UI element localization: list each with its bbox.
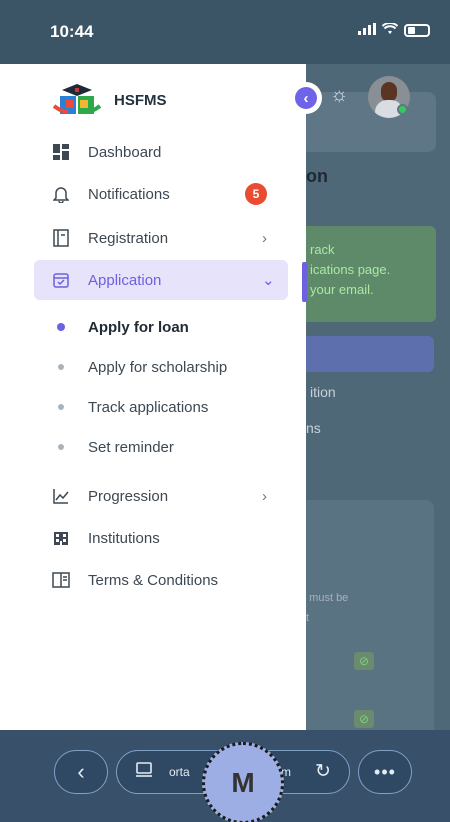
- sidebar-item-progression[interactable]: Progression ›: [0, 476, 306, 516]
- subitem-label: Apply for loan: [88, 318, 189, 336]
- wifi-icon: [381, 22, 399, 38]
- tabs-icon: [135, 762, 153, 783]
- bg-alert-line: rack: [310, 242, 335, 257]
- sidebar-item-notifications[interactable]: Notifications 5: [0, 174, 306, 214]
- chevron-right-icon: ›: [262, 487, 267, 505]
- signal-bars-icon: [358, 22, 376, 38]
- line-chart-icon: [52, 487, 70, 505]
- url-text: orta: [169, 765, 190, 779]
- status-bar: 10:44: [0, 0, 450, 64]
- subitem-label: Apply for scholarship: [88, 358, 228, 376]
- sidebar-item-label: Registration: [88, 229, 169, 247]
- book-icon: [52, 571, 70, 589]
- battery-icon: [404, 23, 430, 37]
- sun-icon[interactable]: ☼: [330, 84, 348, 107]
- sidebar-item-terms[interactable]: Terms & Conditions: [0, 560, 306, 600]
- calendar-check-icon: [52, 271, 70, 289]
- bullet-icon: [57, 323, 65, 331]
- sidebar-item-label: Terms & Conditions: [88, 571, 219, 589]
- bg-card: [300, 500, 434, 730]
- chevron-left-icon: ‹: [295, 87, 317, 109]
- scroll-indicator: [302, 262, 307, 302]
- subitem-label: Track applications: [88, 398, 209, 416]
- brand-name: HSFMS: [114, 91, 167, 109]
- bg-button: [300, 336, 434, 372]
- sidebar-item-label: Dashboard: [88, 143, 162, 161]
- sidebar-item-label: Institutions: [88, 529, 160, 547]
- navigation-drawer: HSFMS Dashboard Notifications 5 Registra…: [0, 64, 306, 730]
- chevron-right-icon: ›: [262, 229, 267, 247]
- bg-alert: rack ications page. your email.: [296, 226, 436, 322]
- sidebar-item-registration[interactable]: Registration ›: [0, 218, 306, 258]
- building-icon: [52, 529, 70, 547]
- status-icons: [358, 22, 430, 38]
- subitem-apply-for-loan[interactable]: Apply for loan: [0, 310, 306, 344]
- sidebar-item-label: Application: [88, 271, 162, 289]
- status-time: 10:44: [50, 22, 94, 41]
- sidebar-item-label: Notifications: [88, 185, 170, 203]
- reload-icon[interactable]: ↻: [315, 760, 331, 783]
- bg-text: t: [306, 612, 310, 624]
- bg-title: on: [306, 166, 328, 186]
- bg-alert-line: ications page.: [310, 262, 391, 277]
- more-button[interactable]: •••: [358, 750, 412, 794]
- check-icon: ⊘: [354, 710, 374, 728]
- subitem-set-reminder[interactable]: Set reminder: [0, 430, 306, 464]
- online-status-dot: [397, 104, 408, 115]
- subitem-track-applications[interactable]: Track applications: [0, 390, 306, 424]
- collapse-drawer-button[interactable]: ‹: [290, 82, 322, 114]
- bg-alert-line: your email.: [310, 282, 374, 297]
- overlay-badge[interactable]: M: [202, 742, 284, 822]
- brand-logo-icon: [52, 84, 102, 114]
- check-icon: ⊘: [354, 652, 374, 670]
- sidebar-item-application[interactable]: Application ⌄: [0, 260, 306, 300]
- dashboard-grid-icon: [52, 143, 70, 161]
- sidebar-item-label: Progression: [88, 487, 169, 505]
- bg-text: u must be: [300, 592, 349, 604]
- bell-icon: [52, 185, 70, 203]
- brand[interactable]: HSFMS: [52, 82, 167, 118]
- bullet-icon: [58, 364, 64, 370]
- bg-text: ns: [306, 420, 321, 436]
- notification-count-badge: 5: [245, 183, 267, 205]
- document-icon: [52, 229, 70, 247]
- chevron-down-icon: ⌄: [262, 272, 275, 289]
- more-dots-icon: •••: [374, 761, 396, 782]
- bullet-icon: [58, 404, 64, 410]
- chevron-left-icon: ‹: [77, 759, 85, 784]
- back-button[interactable]: ‹: [54, 750, 108, 794]
- sidebar-item-dashboard[interactable]: Dashboard: [0, 132, 306, 172]
- bg-text: ition: [310, 384, 336, 400]
- subitem-label: Set reminder: [88, 438, 174, 456]
- subitem-apply-for-scholarship[interactable]: Apply for scholarship: [0, 350, 306, 384]
- bullet-icon: [58, 444, 64, 450]
- sidebar-item-institutions[interactable]: Institutions: [0, 518, 306, 558]
